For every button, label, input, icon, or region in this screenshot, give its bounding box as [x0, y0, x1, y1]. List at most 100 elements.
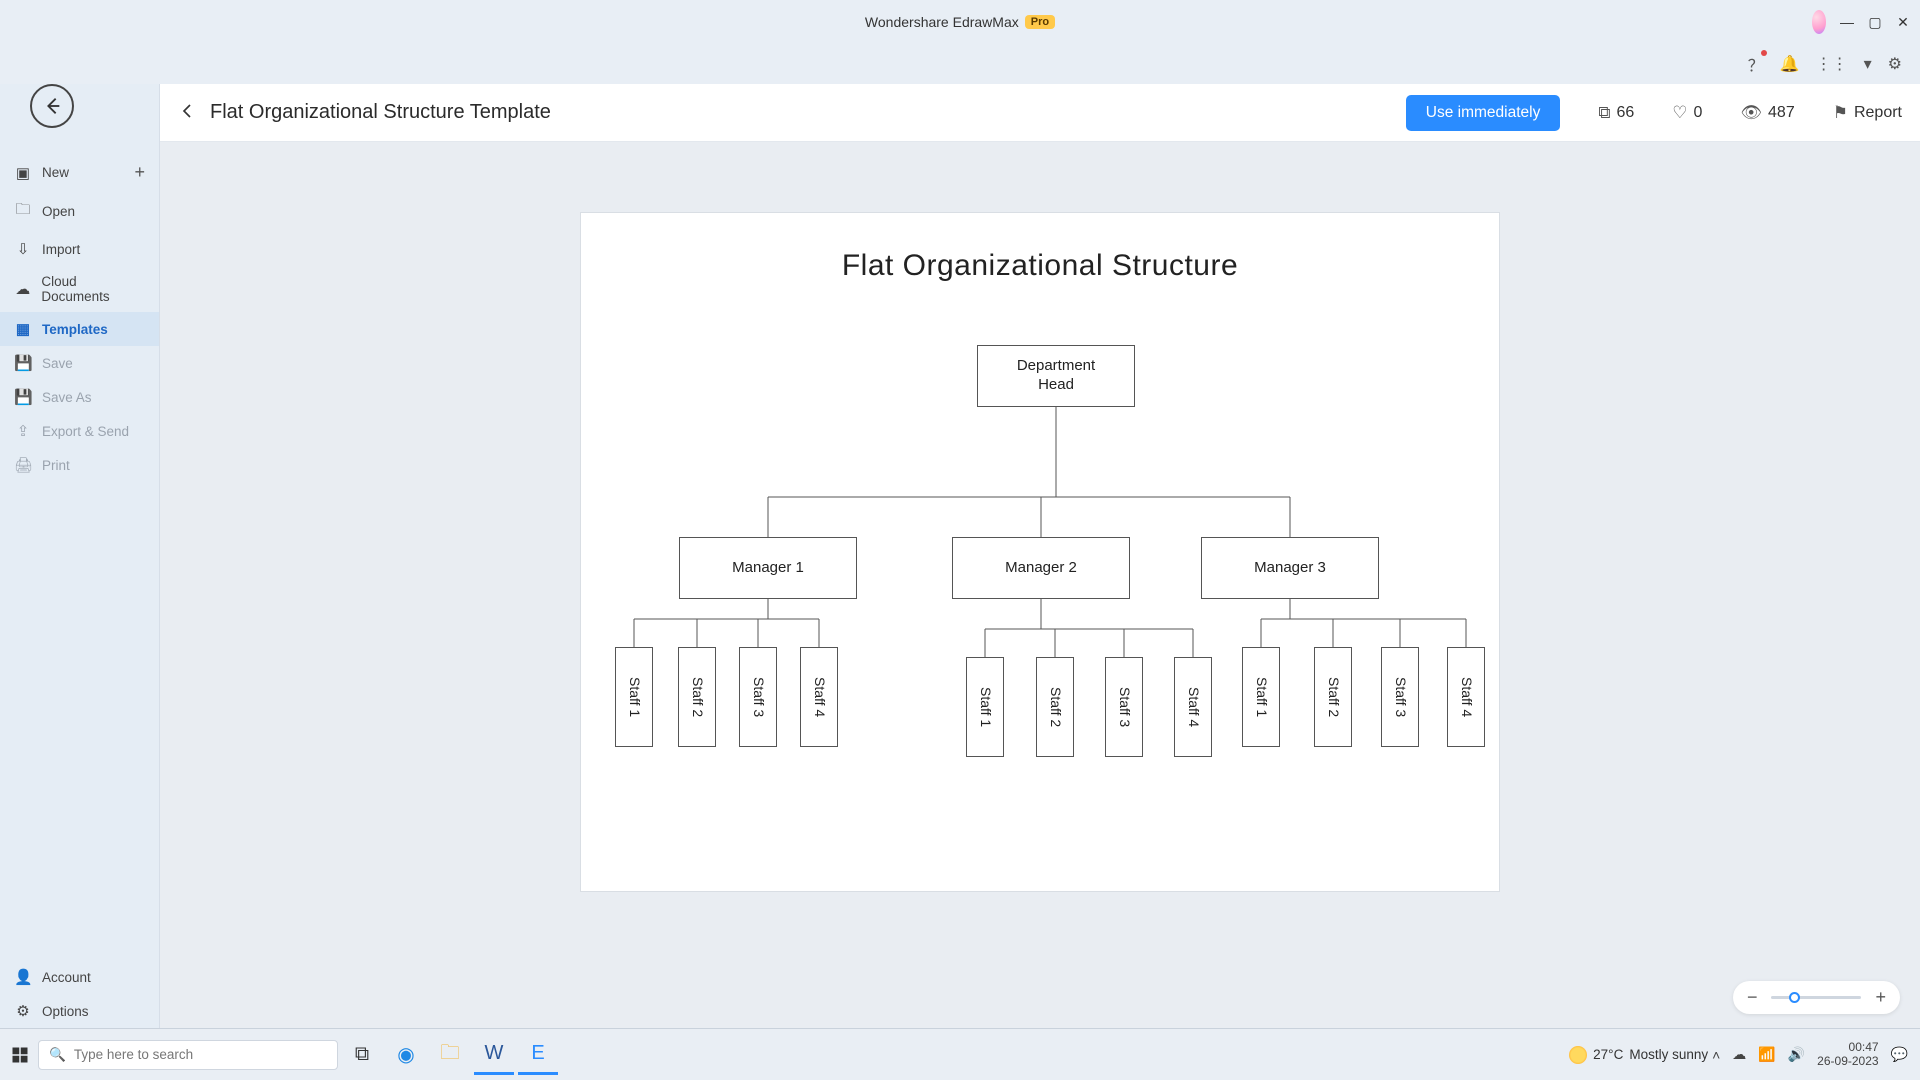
zoom-slider[interactable] — [1771, 996, 1861, 999]
copy-icon: ⧉ — [1598, 103, 1610, 123]
diagram-title: Flat Organizational Structure — [581, 249, 1499, 283]
settings-icon[interactable]: ⚙ — [1888, 54, 1902, 74]
windows-taskbar: 🔍 Type here to search ⧉ ◉ 🗀 W E 27°C Mos… — [0, 1028, 1920, 1080]
org-staff-3-3: Staff 3 — [1381, 647, 1419, 747]
report-button[interactable]: ⚑ Report — [1833, 103, 1902, 123]
sidebar-label: Cloud Documents — [41, 274, 145, 304]
print-icon: 🖨 — [14, 456, 32, 474]
templates-icon: ▦ — [14, 320, 32, 338]
gift-icon[interactable]: ▾ — [1864, 54, 1872, 74]
sidebar-label: Options — [42, 1004, 89, 1019]
copies-stat[interactable]: ⧉ 66 — [1598, 103, 1634, 123]
tray-date: 26-09-2023 — [1817, 1055, 1878, 1069]
sidebar-label: Templates — [42, 322, 108, 337]
org-head-box: Department Head — [977, 345, 1135, 407]
taskbar-explorer[interactable]: 🗀 — [430, 1035, 470, 1075]
sidebar-label: Open — [42, 204, 75, 219]
tray-onedrive-icon[interactable]: ☁ — [1732, 1046, 1746, 1063]
zoom-in-button[interactable]: + — [1875, 987, 1886, 1008]
sidebar-item-new[interactable]: ▣ New + — [0, 154, 159, 191]
canvas-wrap: Flat Organizational Structure — [160, 142, 1920, 1028]
sidebar-label: Save — [42, 356, 73, 371]
task-view-button[interactable]: ⧉ — [342, 1035, 382, 1075]
new-plus-icon[interactable]: + — [134, 162, 145, 183]
zoom-control[interactable]: − + — [1733, 981, 1900, 1014]
bell-icon[interactable]: 🔔 — [1780, 54, 1800, 74]
template-header: Flat Organizational Structure Template U… — [160, 84, 1920, 142]
arrow-left-icon — [41, 95, 63, 117]
minimize-button[interactable]: — — [1840, 14, 1854, 30]
sidebar-label: Import — [42, 242, 80, 257]
folder-icon: 🗀 — [14, 199, 32, 224]
taskbar-search[interactable]: 🔍 Type here to search — [38, 1040, 338, 1070]
template-title: Flat Organizational Structure Template — [210, 101, 551, 124]
likes-value: 0 — [1694, 104, 1703, 122]
taskbar-edge[interactable]: ◉ — [386, 1035, 426, 1075]
taskbar-weather[interactable]: 27°C Mostly sunny — [1569, 1046, 1708, 1064]
likes-stat[interactable]: ♡ 0 — [1672, 103, 1702, 123]
zoom-out-button[interactable]: − — [1747, 987, 1758, 1008]
sidebar: ▣ New + 🗀 Open ⇩ Import ☁ Cloud Document… — [0, 84, 160, 1028]
user-avatar[interactable] — [1812, 10, 1826, 34]
sun-icon — [1569, 1046, 1587, 1064]
tray-wifi-icon[interactable]: 📶 — [1758, 1046, 1775, 1063]
org-staff-2-2: Staff 2 — [1036, 657, 1074, 757]
flag-icon: ⚑ — [1833, 103, 1848, 123]
titlebar: Wondershare EdrawMax Pro — ▢ ✕ — [0, 0, 1920, 44]
help-icon[interactable]: ？ — [1748, 52, 1764, 76]
export-icon: ⇪ — [14, 422, 32, 440]
org-manager-2: Manager 2 — [952, 537, 1130, 599]
chevron-left-icon — [178, 102, 196, 120]
org-staff-3-4: Staff 4 — [1447, 647, 1485, 747]
maximize-button[interactable]: ▢ — [1868, 14, 1882, 31]
org-staff-1-4: Staff 4 — [800, 647, 838, 747]
tray-time: 00:47 — [1817, 1041, 1878, 1055]
org-staff-3-1: Staff 1 — [1242, 647, 1280, 747]
org-manager-1: Manager 1 — [679, 537, 857, 599]
eye-icon: 👁 — [1740, 103, 1762, 123]
account-icon: 👤 — [14, 968, 32, 986]
windows-icon — [11, 1046, 29, 1064]
pro-badge: Pro — [1025, 15, 1055, 29]
sidebar-item-saveas: 💾 Save As — [0, 380, 159, 414]
sidebar-label: Account — [42, 970, 91, 985]
cloud-icon: ☁ — [14, 280, 31, 298]
sidebar-label: New — [42, 165, 69, 180]
start-button[interactable] — [6, 1041, 34, 1069]
taskbar-edrawmax[interactable]: E — [518, 1035, 558, 1075]
sidebar-item-account[interactable]: 👤 Account — [0, 960, 159, 994]
content-area: Flat Organizational Structure Template U… — [160, 84, 1920, 1028]
header-back-chevron[interactable] — [178, 100, 196, 126]
sidebar-item-options[interactable]: ⚙ Options — [0, 994, 159, 1028]
sidebar-item-print: 🖨 Print — [0, 448, 159, 482]
sidebar-item-cloud[interactable]: ☁ Cloud Documents — [0, 266, 159, 312]
apps-icon[interactable]: ⋮⋮ — [1816, 54, 1848, 74]
org-staff-1-2: Staff 2 — [678, 647, 716, 747]
sidebar-item-save: 💾 Save — [0, 346, 159, 380]
use-immediately-button[interactable]: Use immediately — [1406, 95, 1561, 131]
org-staff-2-4: Staff 4 — [1174, 657, 1212, 757]
sidebar-label: Print — [42, 458, 70, 473]
zoom-handle[interactable] — [1789, 992, 1800, 1003]
views-stat: 👁 487 — [1740, 103, 1794, 123]
sidebar-item-open[interactable]: 🗀 Open — [0, 191, 159, 232]
app-iconbar: ？ 🔔 ⋮⋮ ▾ ⚙ — [0, 44, 1920, 84]
gear-icon: ⚙ — [14, 1002, 32, 1020]
plus-square-icon: ▣ — [14, 164, 32, 182]
back-button[interactable] — [30, 84, 74, 128]
taskbar-word[interactable]: W — [474, 1035, 514, 1075]
heart-icon: ♡ — [1672, 103, 1687, 123]
tray-volume-icon[interactable]: 🔊 — [1788, 1046, 1805, 1063]
sidebar-item-templates[interactable]: ▦ Templates — [0, 312, 159, 346]
tray-notifications-icon[interactable]: 💬 — [1891, 1046, 1908, 1063]
report-label: Report — [1854, 104, 1902, 122]
close-button[interactable]: ✕ — [1896, 14, 1910, 31]
org-staff-3-2: Staff 2 — [1314, 647, 1352, 747]
sidebar-item-import[interactable]: ⇩ Import — [0, 232, 159, 266]
tray-clock[interactable]: 00:47 26-09-2023 — [1817, 1041, 1878, 1069]
org-staff-2-3: Staff 3 — [1105, 657, 1143, 757]
tray-chevron-icon[interactable]: ˄ — [1712, 1047, 1720, 1063]
org-staff-2-1: Staff 1 — [966, 657, 1004, 757]
search-icon: 🔍 — [49, 1047, 66, 1063]
system-tray[interactable]: ˄ ☁ 📶 🔊 00:47 26-09-2023 💬 — [1712, 1041, 1914, 1069]
